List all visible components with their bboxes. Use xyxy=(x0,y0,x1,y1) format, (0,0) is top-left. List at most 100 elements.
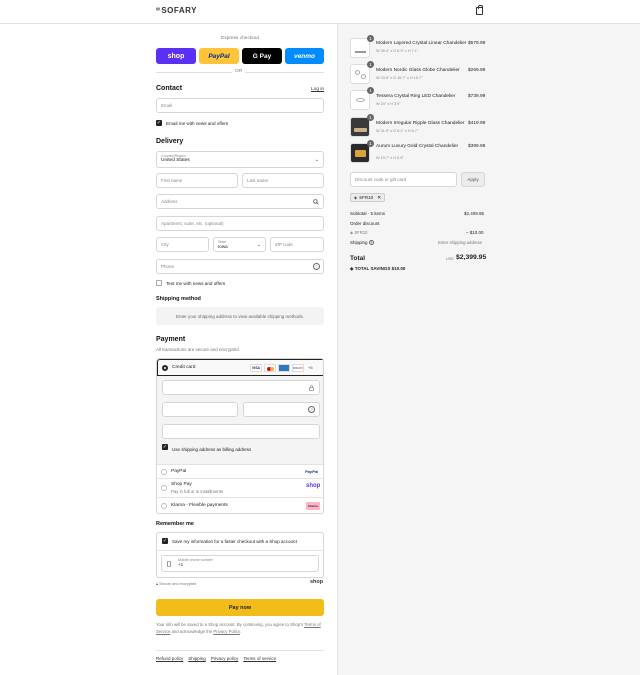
product-name: Tessera Crystal Ring LED Chandelier xyxy=(376,94,456,99)
discount-tag-label: SFR10 xyxy=(359,195,374,200)
shopping-bag-icon[interactable] xyxy=(476,5,483,15)
klarna-option[interactable]: Klarna - Flexible payments Klarna xyxy=(157,498,323,513)
email-input[interactable] xyxy=(161,103,319,108)
checkout-form: Express checkout shop PayPal G Pay venmo… xyxy=(0,24,337,675)
product-thumbnail xyxy=(350,90,370,110)
address-field[interactable] xyxy=(156,194,324,209)
phone-field[interactable]: ? xyxy=(156,259,324,274)
city-input[interactable] xyxy=(161,242,204,247)
product-thumbnail xyxy=(350,143,370,163)
country-value: United States xyxy=(161,158,190,163)
save-info-checkbox[interactable]: ✓ xyxy=(162,538,168,544)
divider xyxy=(157,550,323,551)
quantity-badge: 1 xyxy=(367,87,374,94)
product-variant: W 31.5" x D 5.1" x H 6.7" xyxy=(376,129,419,133)
address-input[interactable] xyxy=(161,199,319,204)
product-thumbnail xyxy=(350,117,370,137)
state-select[interactable]: State Iowa ⌄ xyxy=(213,237,266,252)
google-pay-button[interactable]: G Pay xyxy=(242,48,282,64)
shop-pay-radio[interactable] xyxy=(161,485,167,491)
product-name: Aurum Luxury Gold Crystal Chandelier xyxy=(376,144,459,149)
shipping-method-message: Enter your shipping address to view avai… xyxy=(156,307,324,325)
credit-card-option[interactable]: Credit card VISA DISCOVER +5 xyxy=(157,359,323,376)
pay-now-button[interactable]: Pay now xyxy=(156,599,324,616)
paypal-button[interactable]: PayPal xyxy=(199,48,239,64)
discount-tag: ◈ SFR10 ✕ xyxy=(350,193,386,202)
order-summary: 1 Modern Layered Crystal Linear Chandeli… xyxy=(337,24,640,675)
klarna-logo: Klarna xyxy=(306,502,320,510)
product-price: $269.99 xyxy=(468,68,486,73)
brand-logo[interactable]: ᵂ SOFARY xyxy=(156,6,197,15)
help-icon[interactable]: ? xyxy=(308,406,315,413)
total-value: $2,399.95 xyxy=(456,254,487,261)
pay-note-mid: and acknowledge the xyxy=(171,628,213,634)
first-name-input[interactable] xyxy=(161,178,233,183)
shop-logo: shop xyxy=(310,579,324,585)
klarna-label: Klarna - Flexible payments xyxy=(171,503,228,508)
shop-pay-button[interactable]: shop xyxy=(156,48,196,64)
or-divider-label: OR xyxy=(232,69,246,74)
quantity-badge: 1 xyxy=(367,35,374,42)
terms-of-service-link[interactable]: Terms of service xyxy=(243,656,276,661)
help-icon[interactable]: ? xyxy=(313,263,320,270)
delivery-title: Delivery xyxy=(156,138,184,145)
klarna-radio[interactable] xyxy=(161,503,167,509)
amex-icon xyxy=(278,364,290,372)
chevron-down-icon: ⌄ xyxy=(314,157,319,163)
shipping-label: Shipping xyxy=(350,240,368,245)
phone-icon xyxy=(167,561,171,567)
help-icon[interactable]: ? xyxy=(368,240,374,246)
product-name: Modern Nordic Glass Globe Chandelier xyxy=(376,68,460,73)
name-on-card-field[interactable] xyxy=(162,424,320,439)
privacy-policy-link[interactable]: Privacy policy xyxy=(211,656,239,661)
phone-input[interactable] xyxy=(161,264,319,269)
city-field[interactable] xyxy=(156,237,209,252)
brand-name: SOFARY xyxy=(161,6,197,15)
shop-pay-sub: Pay in full or in installments xyxy=(171,489,224,494)
discount-input[interactable] xyxy=(355,177,452,182)
last-name-input[interactable] xyxy=(247,178,319,183)
apartment-input[interactable] xyxy=(161,221,319,226)
email-field[interactable] xyxy=(156,98,324,113)
pay-note: Your info will be saved to a Shop accoun… xyxy=(156,622,324,635)
credit-card-radio[interactable] xyxy=(162,365,168,371)
security-code-field[interactable]: ? xyxy=(243,402,320,417)
zip-field[interactable] xyxy=(270,237,324,252)
expiration-field[interactable] xyxy=(162,402,238,417)
card-number-field[interactable] xyxy=(162,380,320,395)
text-offers-label: Text me with news and offers xyxy=(166,281,226,286)
last-name-field[interactable] xyxy=(242,173,324,188)
privacy-link[interactable]: Privacy Policy xyxy=(213,629,239,634)
discount-field[interactable] xyxy=(350,172,457,187)
subtotal-value: $2,409.95 xyxy=(464,211,485,216)
paypal-radio[interactable] xyxy=(161,469,167,475)
news-checkbox[interactable]: ✓ xyxy=(156,120,162,126)
country-select[interactable]: Country/Region United States ⌄ xyxy=(156,151,324,168)
zip-input[interactable] xyxy=(275,242,319,247)
shipping-link[interactable]: Shipping xyxy=(188,656,206,661)
more-cards-label: +5 xyxy=(308,365,313,370)
login-link[interactable]: Log in xyxy=(311,87,324,92)
discover-icon: DISCOVER xyxy=(292,364,304,372)
remember-title: Remember me xyxy=(156,521,194,527)
mobile-phone-field[interactable]: Mobile phone number +1 xyxy=(161,555,319,572)
apply-button[interactable]: Apply xyxy=(461,172,485,187)
mastercard-icon xyxy=(264,364,276,372)
savings-label: TOTAL SAVINGS xyxy=(354,266,391,271)
product-price: $419.99 xyxy=(468,121,486,126)
refund-policy-link[interactable]: Refund policy xyxy=(156,656,183,661)
currency-label: USD xyxy=(446,257,454,261)
close-icon[interactable]: ✕ xyxy=(377,195,381,201)
shop-pay-option[interactable]: Shop Pay Pay in full or in installments … xyxy=(157,479,323,498)
billing-checkbox[interactable]: ✓ xyxy=(162,444,168,450)
apartment-field[interactable] xyxy=(156,216,324,231)
paypal-option[interactable]: PayPal PayPal xyxy=(157,465,323,479)
contact-title: Contact xyxy=(156,85,183,92)
credit-card-label: Credit card xyxy=(172,365,196,370)
first-name-field[interactable] xyxy=(156,173,238,188)
discount-code: SFR10 xyxy=(354,230,368,235)
footer-links: Refund policy Shipping Privacy policy Te… xyxy=(156,656,276,661)
venmo-button[interactable]: venmo xyxy=(285,48,324,64)
text-offers-checkbox[interactable] xyxy=(156,280,162,286)
discount-value: – $10.00 xyxy=(466,230,484,235)
